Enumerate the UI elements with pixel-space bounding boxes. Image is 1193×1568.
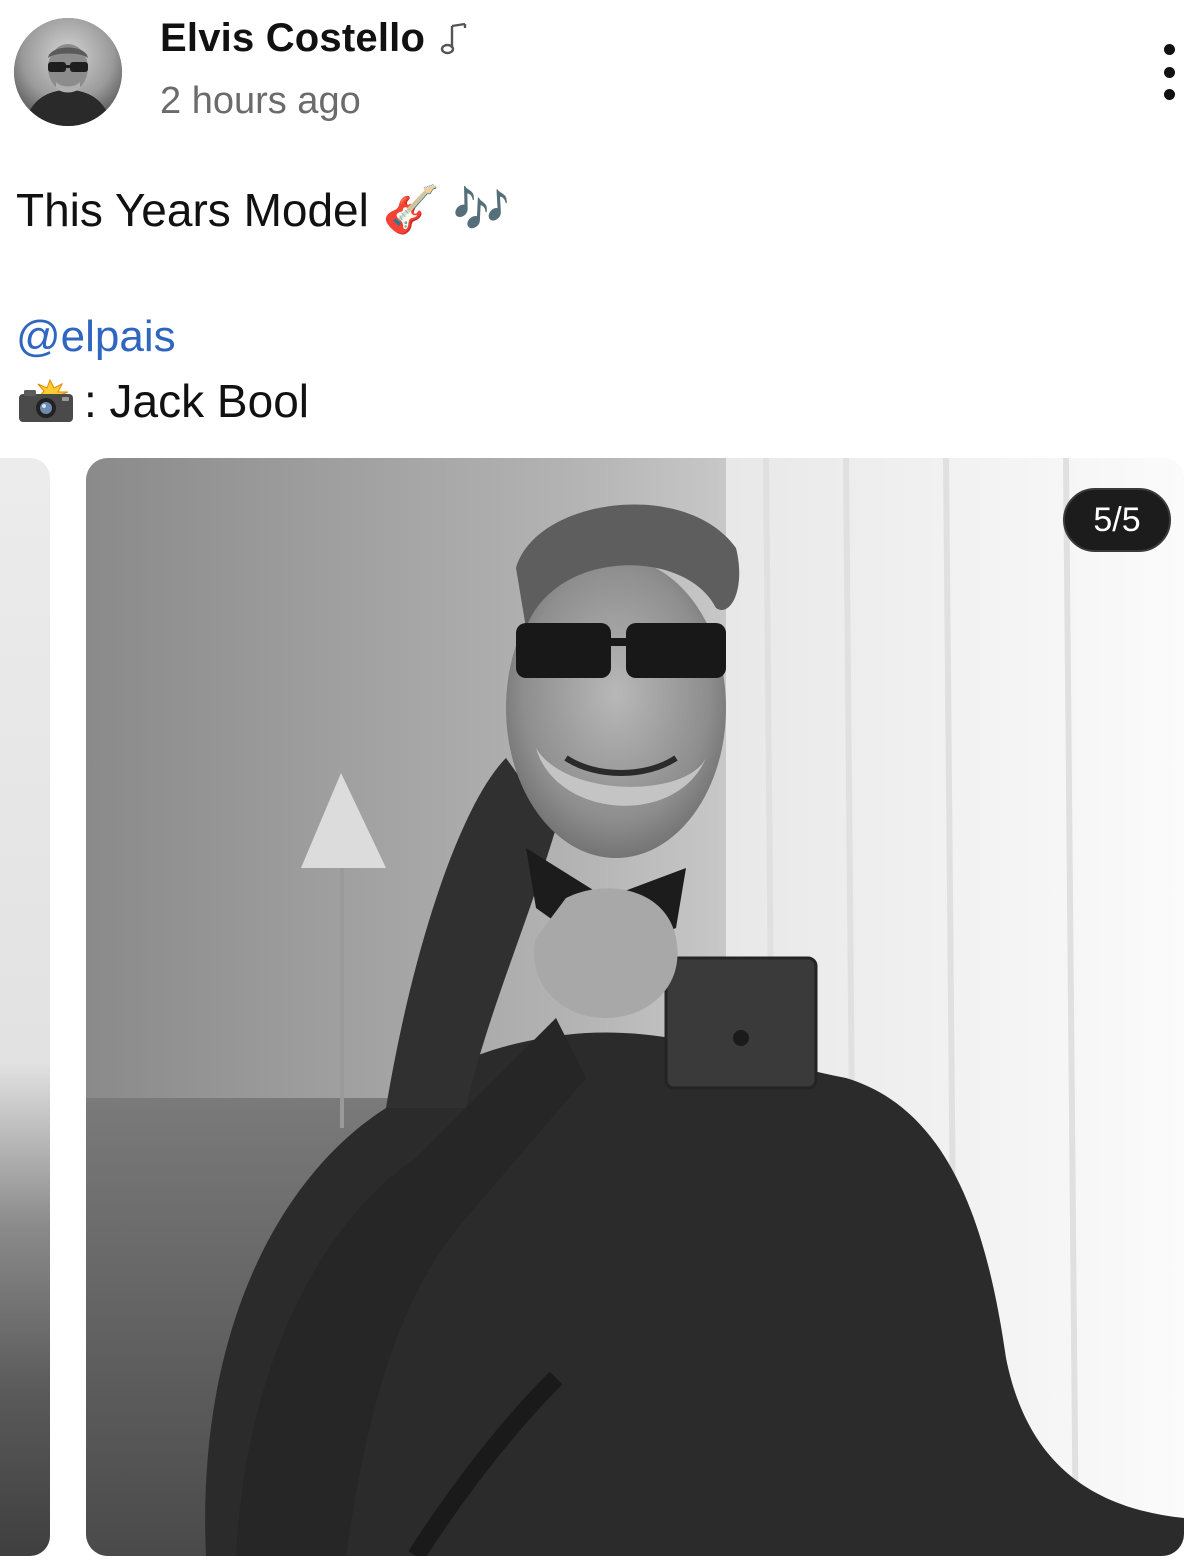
vertical-ellipsis-icon [1163, 89, 1175, 100]
avatar-image [14, 18, 122, 126]
mention-link[interactable]: @elpais [16, 312, 176, 362]
post-caption: This Years Model 🎸 🎶 [16, 182, 510, 237]
music-note-icon [440, 22, 467, 54]
author-avatar[interactable] [14, 18, 122, 126]
portrait-photo [86, 458, 1184, 1556]
author-name[interactable]: Elvis Costello [160, 16, 425, 61]
camera-with-flash-icon [19, 378, 73, 422]
post-timestamp: 2 hours ago [160, 80, 361, 122]
guitar-music-emoji: 🎸 🎶 [382, 183, 511, 235]
post-card: Elvis Costello 2 hours ago This Years Mo… [0, 0, 1193, 1568]
photo-credit: : Jack Bool [16, 374, 309, 428]
author-row: Elvis Costello [160, 16, 469, 61]
more-options-button[interactable] [1159, 44, 1179, 100]
previous-slide-preview[interactable] [0, 458, 50, 1556]
credit-text: : Jack Bool [84, 375, 309, 427]
caption-text: This Years Model [16, 183, 369, 236]
slide-counter-badge: 5/5 [1063, 488, 1171, 552]
carousel-photo[interactable] [86, 458, 1184, 1556]
vertical-ellipsis-icon [1163, 44, 1175, 55]
vertical-ellipsis-icon [1163, 66, 1175, 78]
